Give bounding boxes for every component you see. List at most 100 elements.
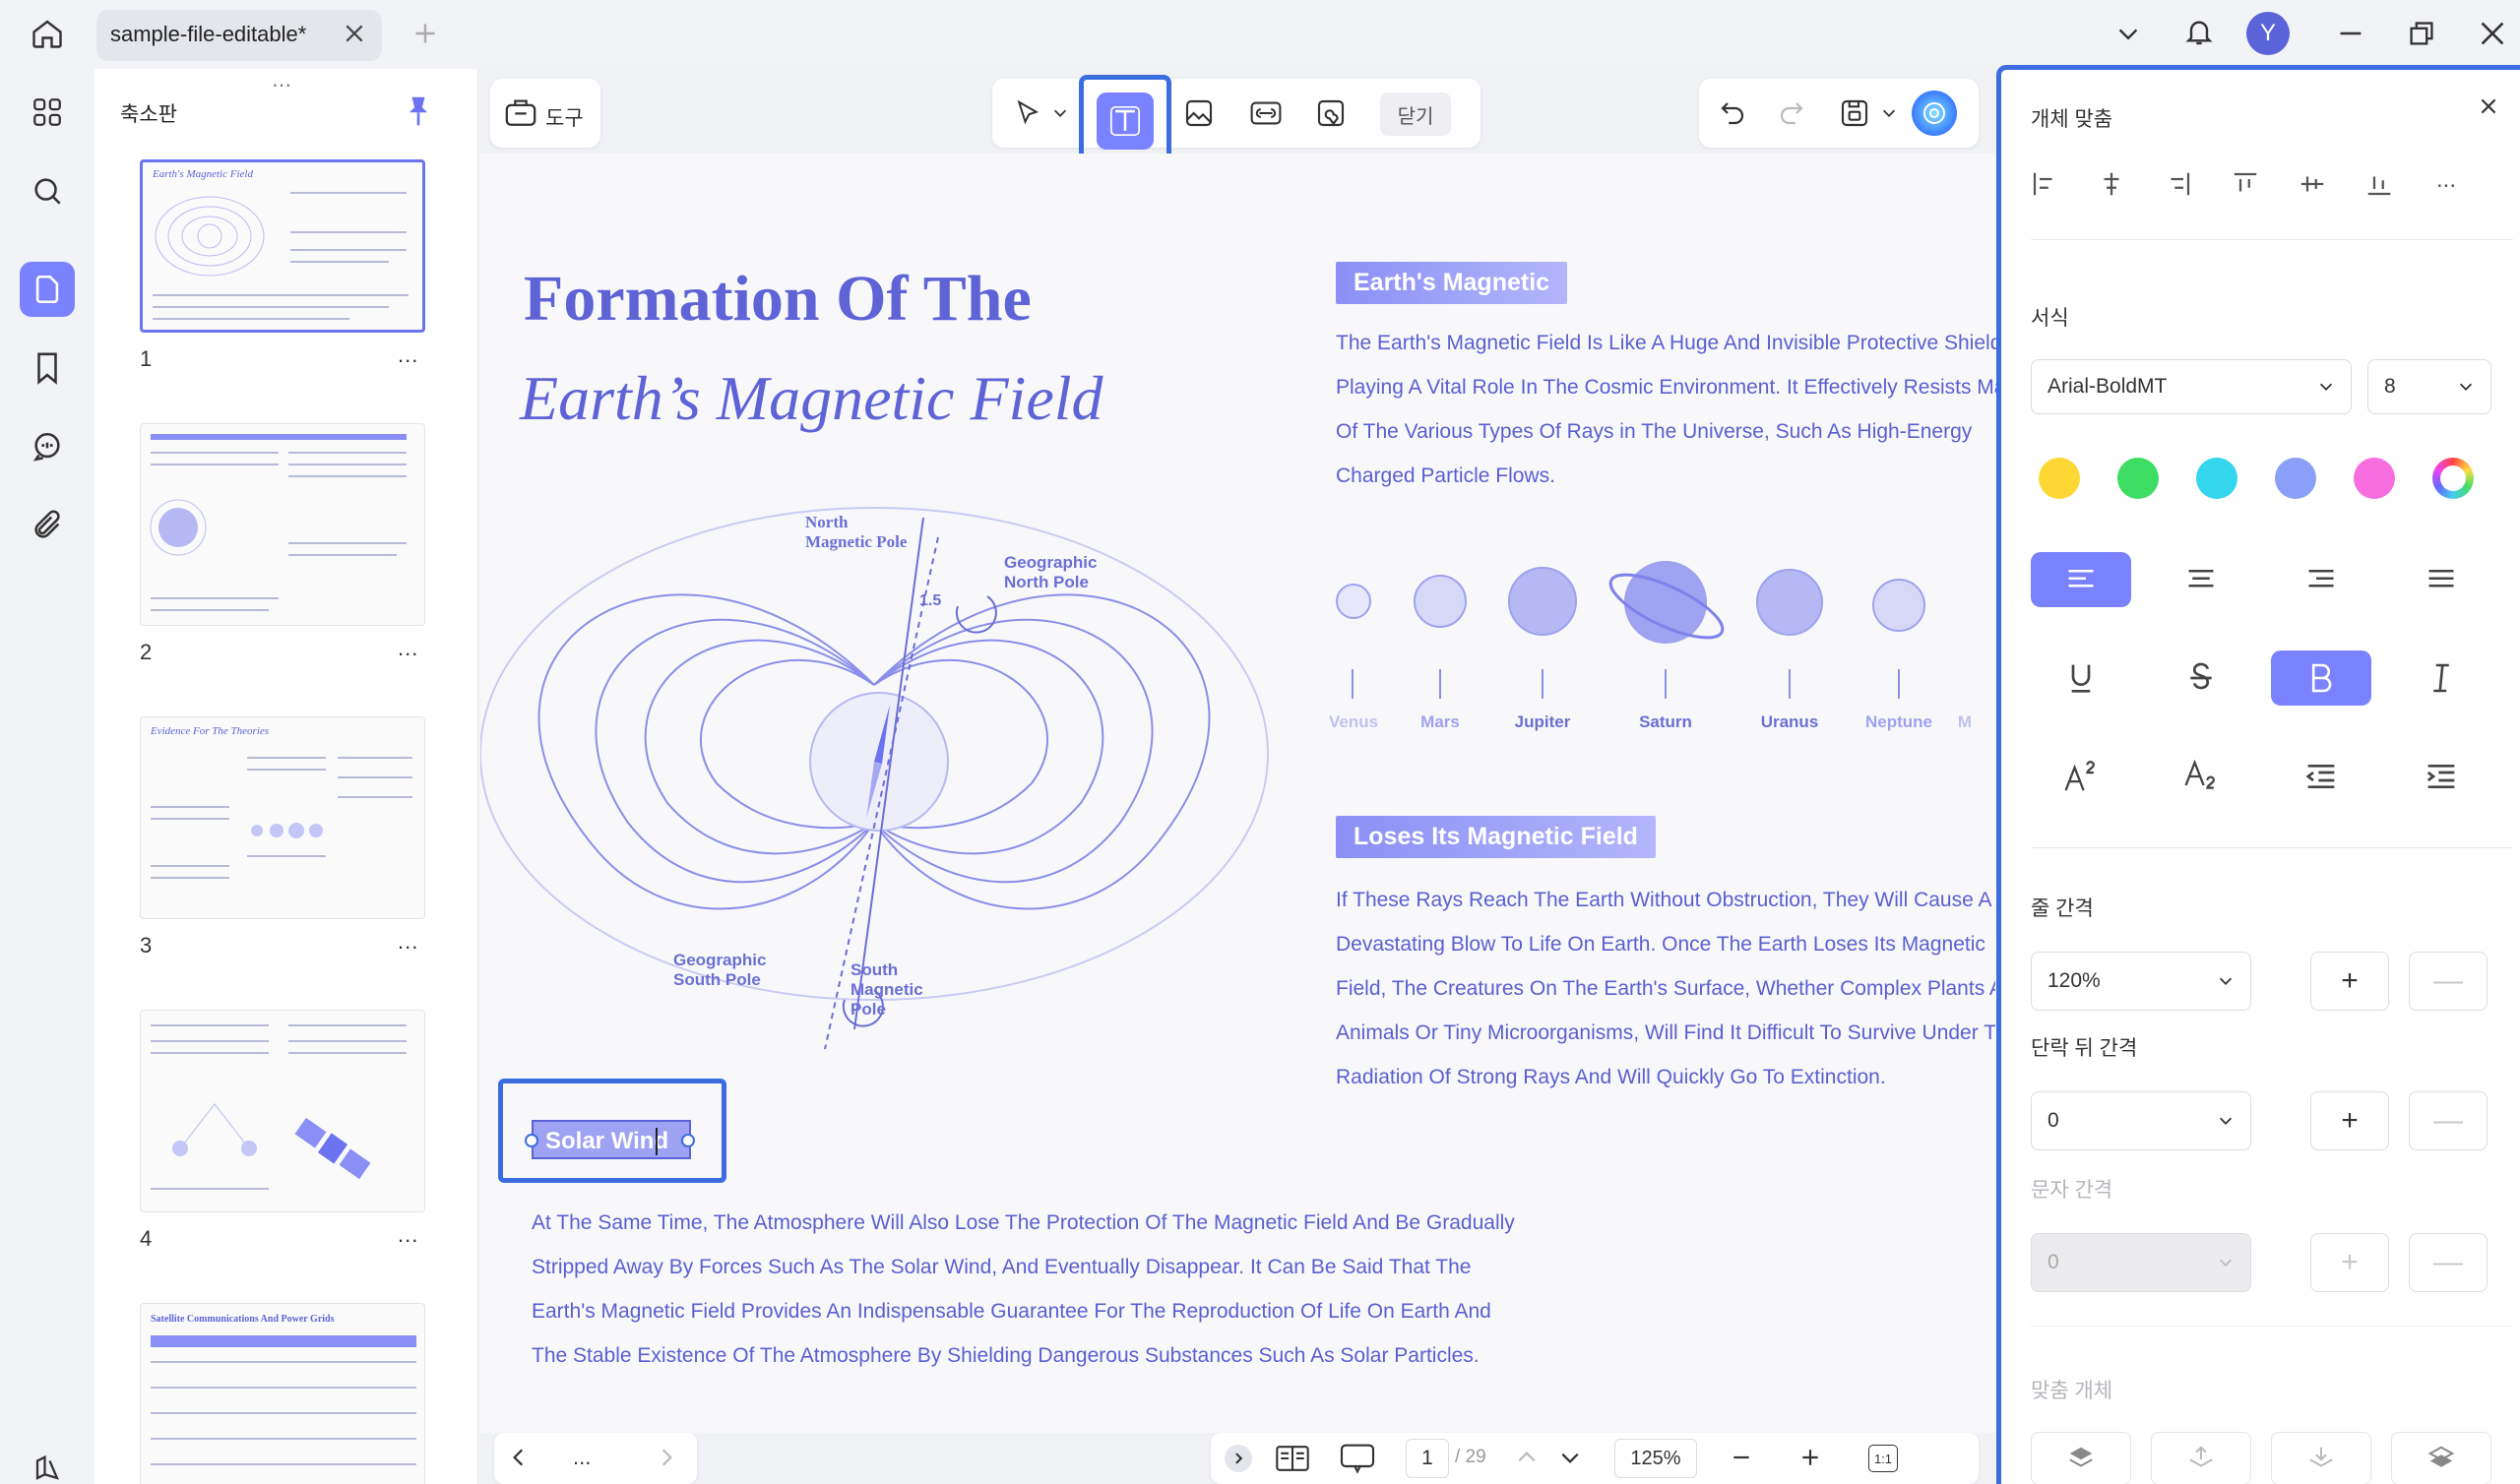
chevron-right-circle-icon[interactable] bbox=[1225, 1445, 1252, 1472]
section-tag-earths-magnetic[interactable]: Earth's Magnetic bbox=[1336, 262, 1568, 304]
color-swatch-blue[interactable] bbox=[2275, 458, 2316, 499]
zoom-out-icon[interactable] bbox=[1731, 1447, 1752, 1468]
page-thumbnail-5[interactable]: Satellite Communications And Power Grids bbox=[140, 1303, 425, 1484]
color-swatch-green[interactable] bbox=[2117, 458, 2159, 499]
page-3-more-button[interactable]: ... bbox=[398, 929, 418, 955]
restore-icon[interactable] bbox=[2402, 14, 2441, 53]
page-thumbnail-3[interactable]: Evidence For The Theories bbox=[140, 716, 425, 919]
page-number-input[interactable]: 1 bbox=[1406, 1439, 1449, 1478]
home-icon[interactable] bbox=[28, 14, 67, 53]
chevron-left-icon[interactable] bbox=[508, 1447, 530, 1468]
chevron-down-icon[interactable] bbox=[2109, 14, 2148, 53]
section2-paragraph[interactable]: If These Rays Reach The Earth Without Ob… bbox=[1336, 878, 1995, 1099]
font-size-select[interactable]: 8 bbox=[2367, 359, 2491, 414]
color-swatch-pink[interactable] bbox=[2354, 458, 2395, 499]
italic-icon[interactable] bbox=[2391, 650, 2491, 706]
add-link-icon[interactable] bbox=[1238, 86, 1293, 141]
align-center-horizontal-icon[interactable] bbox=[2090, 162, 2133, 206]
line-spacing-decrease-button[interactable]: — bbox=[2409, 952, 2488, 1011]
color-swatch-cyan[interactable] bbox=[2196, 458, 2237, 499]
attachment-icon[interactable] bbox=[20, 498, 75, 553]
close-edit-button[interactable]: 닫기 bbox=[1380, 93, 1451, 136]
page-1-more-button[interactable]: ... bbox=[398, 342, 418, 368]
apps-grid-icon[interactable] bbox=[20, 85, 75, 140]
redo-icon[interactable] bbox=[1764, 86, 1819, 141]
align-left-icon[interactable] bbox=[2023, 162, 2066, 206]
section-tag-loses-magnetic-field[interactable]: Loses Its Magnetic Field bbox=[1336, 816, 1656, 858]
drag-handle[interactable]: ⋯ bbox=[272, 73, 293, 97]
bring-forward-icon[interactable] bbox=[2151, 1432, 2251, 1484]
underline-icon[interactable] bbox=[2031, 650, 2131, 706]
pin-icon[interactable] bbox=[406, 94, 431, 128]
line-spacing-select[interactable]: 120% bbox=[2031, 952, 2251, 1011]
page-thumbnail-1[interactable]: Earth's Magnetic Field bbox=[140, 159, 425, 333]
bold-icon[interactable] bbox=[2271, 650, 2371, 706]
resize-handle-right[interactable] bbox=[681, 1134, 695, 1147]
close-tab-icon[interactable] bbox=[335, 14, 374, 53]
text-align-center-icon[interactable] bbox=[2151, 552, 2251, 607]
search-icon[interactable] bbox=[20, 163, 75, 218]
undo-icon[interactable] bbox=[1705, 86, 1760, 141]
subscript-icon[interactable] bbox=[2151, 749, 2251, 804]
character-spacing-decrease-button[interactable]: — bbox=[2409, 1233, 2488, 1292]
add-image-icon[interactable] bbox=[1171, 86, 1227, 141]
font-family-select[interactable]: Arial-BoldMT bbox=[2031, 359, 2352, 414]
page-4-more-button[interactable]: ... bbox=[398, 1222, 418, 1248]
user-avatar[interactable]: Y bbox=[2246, 12, 2290, 55]
chevron-up-icon[interactable] bbox=[1516, 1447, 1538, 1468]
solar-wind-text[interactable]: Solar Wind bbox=[545, 1128, 668, 1155]
new-tab-icon[interactable] bbox=[406, 14, 445, 53]
ai-assistant-icon[interactable] bbox=[1912, 91, 1957, 136]
bring-to-front-icon[interactable] bbox=[2031, 1432, 2131, 1484]
more-button[interactable]: ... bbox=[573, 1445, 591, 1470]
save-icon[interactable] bbox=[1827, 86, 1882, 141]
select-pointer-icon[interactable] bbox=[1000, 86, 1055, 141]
superscript-icon[interactable] bbox=[2031, 749, 2131, 804]
text-align-right-icon[interactable] bbox=[2271, 552, 2371, 607]
page-thumbnail-2[interactable] bbox=[140, 423, 425, 626]
add-location-icon[interactable] bbox=[1303, 86, 1358, 141]
align-top-icon[interactable] bbox=[2224, 162, 2267, 206]
add-text-icon[interactable] bbox=[1097, 93, 1154, 150]
send-to-back-icon[interactable] bbox=[2391, 1432, 2491, 1484]
zoom-level[interactable]: 125% bbox=[1614, 1439, 1697, 1478]
line-spacing-increase-button[interactable]: + bbox=[2310, 952, 2389, 1011]
character-spacing-increase-button[interactable]: + bbox=[2310, 1233, 2389, 1292]
zoom-in-icon[interactable] bbox=[1799, 1447, 1821, 1468]
send-backward-icon[interactable] bbox=[2271, 1432, 2371, 1484]
strikethrough-icon[interactable] bbox=[2151, 650, 2251, 706]
character-spacing-select[interactable]: 0 bbox=[2031, 1233, 2251, 1292]
paragraph-spacing-select[interactable]: 0 bbox=[2031, 1091, 2251, 1150]
resize-handle-left[interactable] bbox=[525, 1134, 538, 1147]
solar-wind-text-box[interactable]: Solar Wind bbox=[525, 1120, 695, 1159]
align-right-icon[interactable] bbox=[2157, 162, 2200, 206]
align-middle-icon[interactable] bbox=[2291, 162, 2334, 206]
color-picker-icon[interactable] bbox=[2432, 458, 2474, 499]
text-align-justify-icon[interactable] bbox=[2391, 552, 2491, 607]
minimize-icon[interactable] bbox=[2331, 14, 2370, 53]
thumbnails-icon[interactable] bbox=[20, 262, 75, 317]
paragraph-spacing-increase-button[interactable]: + bbox=[2310, 1091, 2389, 1150]
decrease-indent-icon[interactable] bbox=[2271, 749, 2371, 804]
more-align-button[interactable]: ... bbox=[2425, 158, 2468, 202]
section1-paragraph[interactable]: The Earth's Magnetic Field Is Like A Hug… bbox=[1336, 321, 1996, 498]
comment-view-icon[interactable] bbox=[1339, 1443, 1376, 1474]
tools-button[interactable]: 도구 bbox=[490, 79, 600, 148]
align-bottom-icon[interactable] bbox=[2358, 162, 2401, 206]
chevron-down-icon[interactable] bbox=[1051, 104, 1069, 122]
comment-icon[interactable] bbox=[20, 419, 75, 474]
close-window-icon[interactable] bbox=[2473, 14, 2512, 53]
page-thumbnail-4[interactable] bbox=[140, 1010, 425, 1212]
page-2-more-button[interactable]: ... bbox=[398, 636, 418, 661]
bookmark-icon[interactable] bbox=[20, 340, 75, 396]
chevron-down-icon[interactable] bbox=[1880, 104, 1898, 122]
close-panel-icon[interactable] bbox=[2478, 95, 2499, 117]
bell-icon[interactable] bbox=[2179, 12, 2219, 51]
paragraph-spacing-decrease-button[interactable]: — bbox=[2409, 1091, 2488, 1150]
actual-size-button[interactable]: 1:1 bbox=[1868, 1445, 1898, 1472]
color-swatch-yellow[interactable] bbox=[2039, 458, 2080, 499]
increase-indent-icon[interactable] bbox=[2391, 749, 2491, 804]
layers-icon[interactable] bbox=[20, 1441, 75, 1484]
chevron-right-icon[interactable] bbox=[656, 1447, 677, 1468]
chevron-down-icon[interactable] bbox=[1559, 1447, 1581, 1468]
